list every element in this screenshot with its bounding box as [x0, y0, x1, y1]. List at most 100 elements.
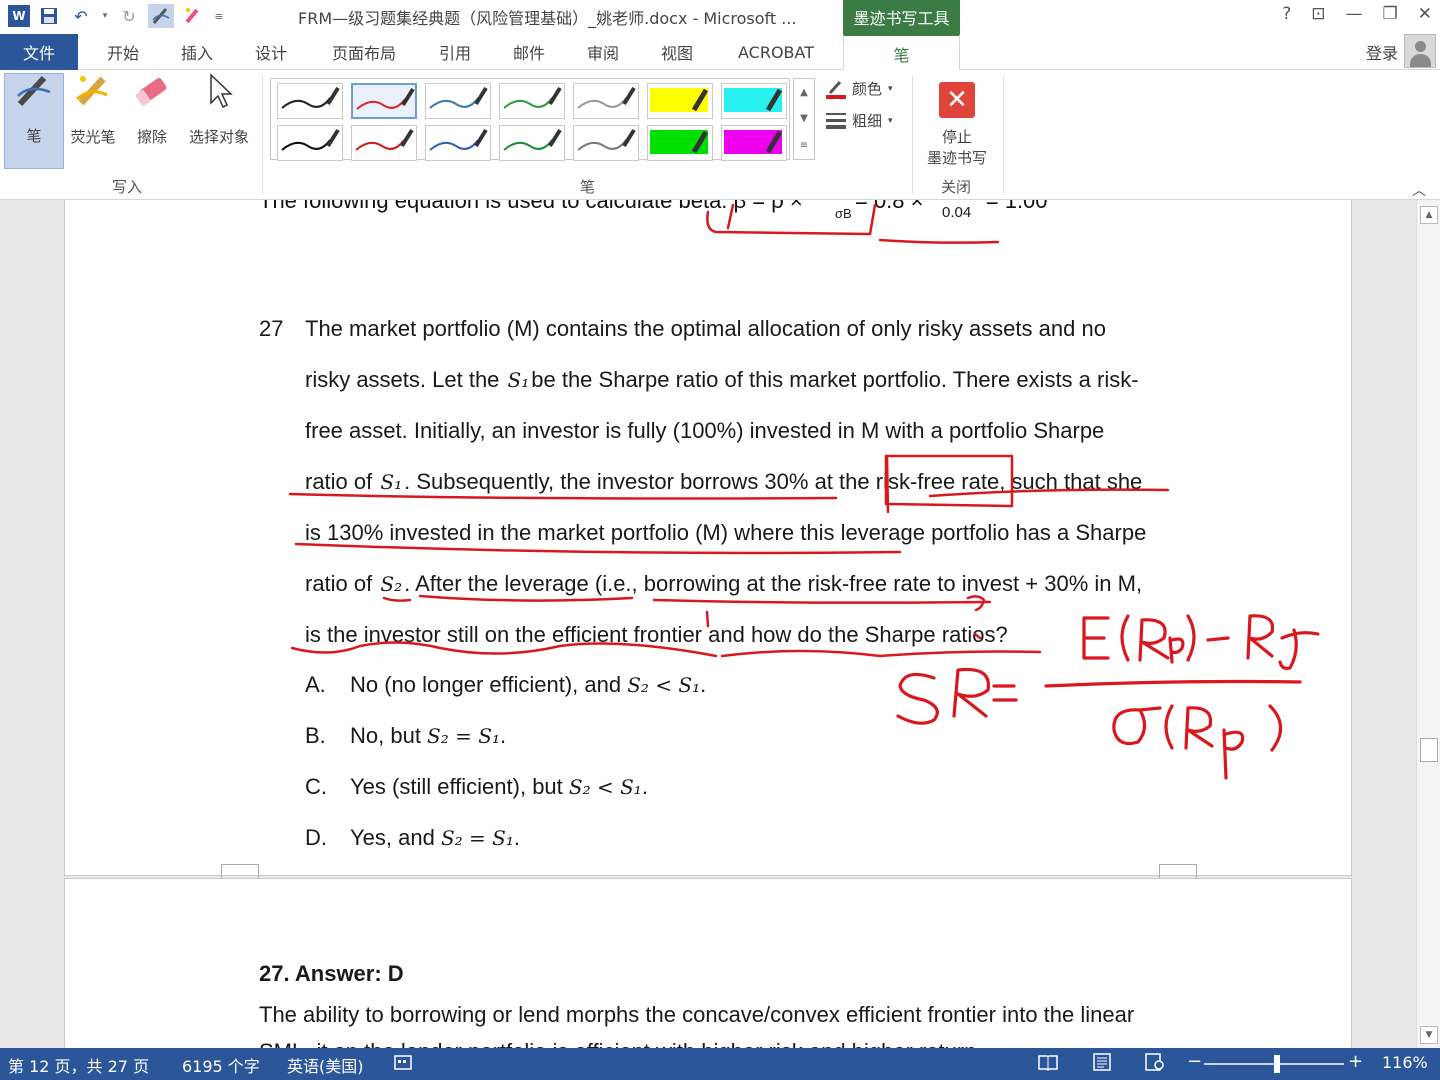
pen-icon [14, 70, 54, 119]
eraser-button[interactable]: 擦除 [124, 73, 180, 169]
tab-home[interactable]: 开始 [98, 34, 148, 70]
scroll-down-icon[interactable]: ▼ [1420, 1026, 1438, 1044]
document-area[interactable]: The following equation is used to calcul… [0, 200, 1416, 1048]
tab-mailings[interactable]: 邮件 [504, 34, 554, 70]
close-icon[interactable]: ✕ [1418, 4, 1432, 24]
tab-view[interactable]: 视图 [652, 34, 702, 70]
minimize-icon[interactable]: — [1346, 4, 1363, 24]
pen-swatch[interactable] [573, 83, 639, 119]
answer-text: The ability to borrowing or lend morphs … [259, 1002, 1135, 1027]
option-letter: A. [305, 672, 326, 697]
customize-qat-icon[interactable]: ≡ [212, 4, 226, 28]
zoom-in-icon[interactable]: + [1348, 1051, 1363, 1072]
undo-icon[interactable]: ↶ [68, 4, 94, 28]
color-dropdown[interactable]: 颜色 ▾ [826, 78, 893, 99]
select-objects-label: 选择对象 [188, 128, 249, 146]
option-text-span: Yes, and [350, 825, 441, 850]
macro-record-icon[interactable] [394, 1053, 412, 1075]
save-icon[interactable] [36, 4, 62, 28]
tab-pen[interactable]: 笔 [843, 34, 960, 71]
close-group-label: 关闭 [941, 178, 972, 196]
collapse-ribbon-icon[interactable]: ︿ [1412, 180, 1426, 200]
option-text-span: No (no longer efficient), and [350, 672, 628, 697]
gallery-down-icon[interactable]: ▼ [800, 113, 808, 124]
read-mode-icon[interactable] [1038, 1053, 1058, 1075]
pen-swatch[interactable] [573, 125, 639, 161]
eraser-label: 擦除 [136, 128, 167, 146]
scroll-thumb[interactable] [1420, 738, 1438, 762]
question-text-span: ratio of [305, 571, 379, 596]
word-count[interactable]: 6195 个字 [182, 1053, 260, 1077]
pen-swatch[interactable] [277, 83, 343, 119]
tab-insert[interactable]: 插入 [172, 34, 222, 70]
help-icon[interactable]: ? [1282, 4, 1291, 24]
thickness-dropdown[interactable]: 粗细 ▾ [826, 110, 893, 131]
page-count[interactable]: 第 12 页，共 27 页 [8, 1053, 149, 1077]
pen-swatch[interactable] [647, 83, 713, 119]
tab-review[interactable]: 审阅 [578, 34, 628, 70]
thickness-icon [826, 112, 846, 129]
maximize-icon[interactable]: ❐ [1383, 4, 1398, 24]
tab-file[interactable]: 文件 [0, 34, 78, 70]
gallery-scroll[interactable]: ▲ ▼ ≡ [793, 78, 815, 160]
vertical-scrollbar[interactable]: ▲ ▼ [1416, 200, 1440, 1048]
zoom-level[interactable]: 116% [1382, 1053, 1428, 1072]
tab-page-layout[interactable]: 页面布局 [322, 34, 406, 70]
option-text-span: Yes (still efficient), but [350, 774, 569, 799]
question-text-span: The market portfolio (M) contains the op… [305, 316, 1106, 341]
question-line: is the investor still on the efficient f… [305, 622, 1008, 648]
highlighter-button[interactable]: 荧光笔 [64, 73, 122, 169]
question-text-span: risky assets. Let the [305, 367, 506, 392]
scroll-up-icon[interactable]: ▲ [1420, 206, 1438, 224]
undo-dropdown-icon[interactable]: ▾ [100, 4, 110, 28]
sharpe-symbol: S₂ [380, 572, 403, 596]
question-text-span: free asset. Initially, an investor is fu… [305, 418, 1105, 443]
highlighter-icon [73, 71, 113, 120]
tab-acrobat[interactable]: ACROBAT [728, 34, 824, 70]
word-app-icon[interactable]: W [8, 5, 30, 27]
option-period: . [513, 825, 520, 850]
question-line: The market portfolio (M) contains the op… [305, 316, 1106, 342]
web-layout-icon[interactable] [1144, 1053, 1164, 1075]
pen-swatch[interactable] [499, 125, 565, 161]
zoom-slider-thumb[interactable] [1273, 1055, 1280, 1073]
language[interactable]: 英语(美国) [287, 1053, 364, 1077]
pen-swatch[interactable] [425, 83, 491, 119]
sign-in-link[interactable]: 登录 [1366, 40, 1398, 64]
print-layout-icon[interactable] [1092, 1053, 1112, 1075]
pen-swatch[interactable] [351, 83, 417, 119]
ribbon-display-icon[interactable]: ⊡ [1311, 4, 1325, 24]
redo-icon[interactable]: ↻ [116, 4, 142, 28]
pen-swatch[interactable] [425, 125, 491, 161]
pen-swatch[interactable] [647, 125, 713, 161]
question-text-span: . After the leverage (i.e., borrowing at… [404, 571, 1143, 596]
answer-text-cropped: SML. it on the lender portfolio is effic… [259, 1039, 983, 1048]
avatar[interactable] [1404, 34, 1436, 68]
beta-result: = 1.00 [985, 200, 1048, 213]
pen-swatch[interactable] [721, 125, 787, 161]
gallery-up-icon[interactable]: ▲ [800, 87, 808, 98]
group-divider [1003, 76, 1004, 194]
group-divider [262, 76, 263, 194]
beta-sentence: The following equation is used to calcul… [259, 200, 803, 213]
pen-swatch[interactable] [721, 83, 787, 119]
option-text: No (no longer efficient), and S₂ < S₁. [350, 672, 706, 698]
pen-swatch[interactable] [351, 125, 417, 161]
pen-swatch[interactable] [277, 125, 343, 161]
zoom-out-icon[interactable]: − [1187, 1051, 1202, 1072]
tab-references[interactable]: 引用 [430, 34, 480, 70]
stop-inking-button[interactable]: 停止 墨迹书写 [915, 127, 999, 169]
pen-ink-icon[interactable] [148, 4, 174, 28]
window-controls: ? ⊡ — ❐ ✕ [1282, 4, 1432, 24]
pen-button[interactable]: 笔 [4, 73, 64, 169]
question-text-span: . Subsequently, the investor borrows 30%… [404, 469, 1143, 494]
gallery-more-icon[interactable]: ≡ [800, 140, 808, 151]
tab-design[interactable]: 设计 [246, 34, 296, 70]
page-13: 27. Answer: D The ability to borrowing o… [64, 878, 1352, 1048]
stop-inking-icon[interactable]: ✕ [939, 82, 975, 118]
pen-swatch[interactable] [499, 83, 565, 119]
select-objects-button[interactable]: 选择对象 [182, 73, 256, 169]
highlighter-ink-icon[interactable] [180, 4, 206, 28]
question-text-span: ratio of [305, 469, 379, 494]
eraser-icon [132, 71, 172, 120]
